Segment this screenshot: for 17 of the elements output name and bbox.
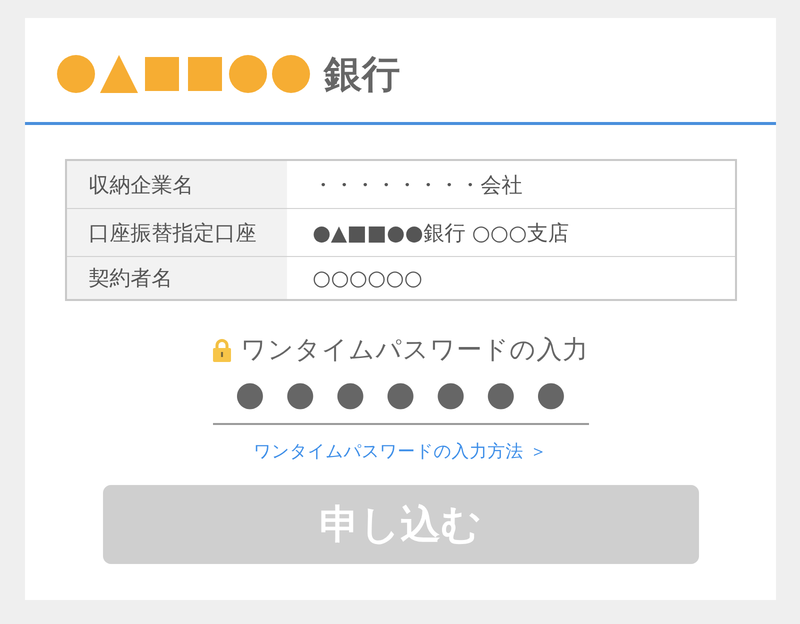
padlock-icon (212, 338, 230, 362)
label-cell: 契約者名 (66, 257, 286, 299)
password-field[interactable]: ●●●●●●● (212, 374, 588, 425)
label-cell: 口座振替指定口座 (66, 209, 286, 256)
value-cell-text: ・・・・・・・・会社 (312, 172, 524, 198)
label-cell: 収納企業名 (66, 161, 286, 208)
square-icon (186, 55, 224, 93)
value-cell-text: ●▲■■●●銀行 ○○○支店 (312, 220, 570, 246)
circle-icon (229, 55, 267, 93)
bank-name: 銀行 (324, 53, 400, 95)
triangle-icon (100, 55, 138, 93)
otp-title: ワンタイムパスワードの入力 (240, 335, 588, 365)
value-cell-text: ○○○○○○ (312, 265, 424, 292)
square-icon (143, 55, 181, 93)
circle-icon (272, 55, 310, 93)
circle-icon (57, 55, 95, 93)
help-link[interactable]: ワンタイムパスワードの入力方法 ＞ (254, 439, 548, 463)
